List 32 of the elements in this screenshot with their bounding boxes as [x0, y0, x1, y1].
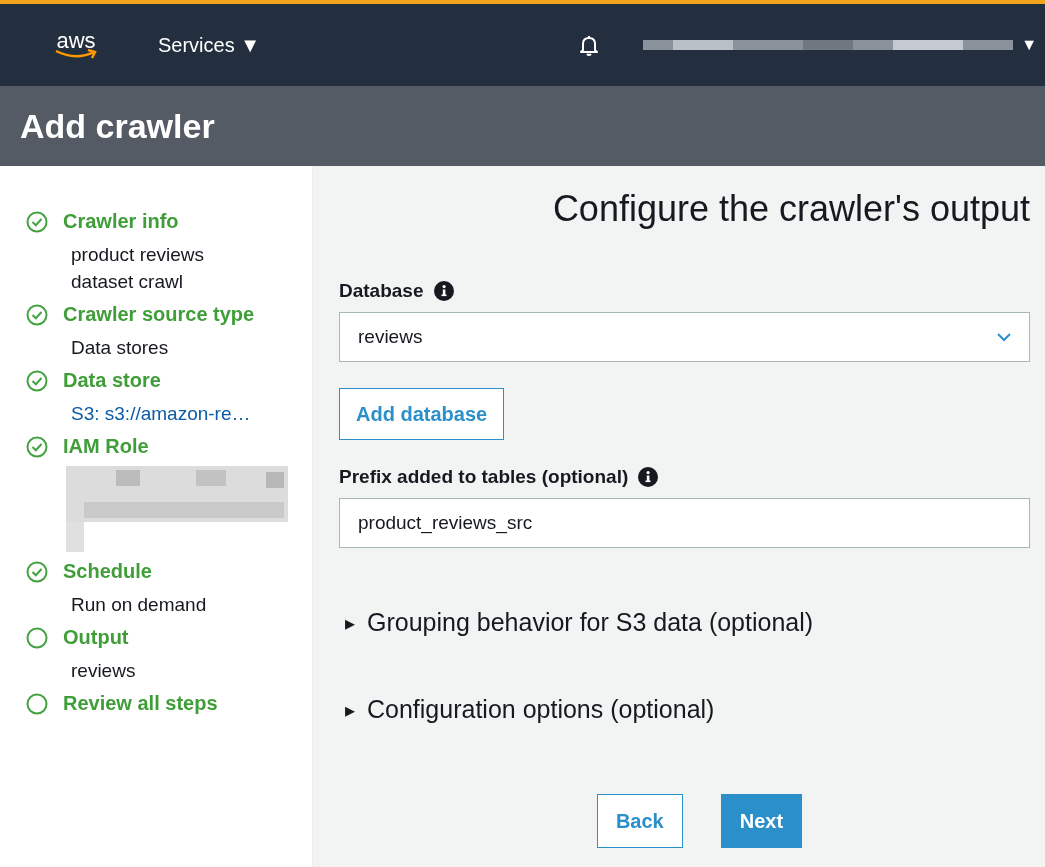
- info-icon[interactable]: [433, 281, 454, 301]
- form-heading: Configure the crawler's output: [552, 188, 1030, 230]
- caret-icon: ▼: [1021, 36, 1037, 54]
- services-menu[interactable]: Services ▼: [152, 29, 267, 61]
- step-link[interactable]: Data store: [26, 369, 312, 392]
- add-database-button[interactable]: Add database: [339, 388, 505, 440]
- s3-path-link[interactable]: S3: s3://amazon-re…: [71, 400, 251, 427]
- step-summary: product reviews dataset crawl: [71, 243, 206, 294]
- step-link[interactable]: Output: [26, 626, 312, 649]
- info-icon[interactable]: [638, 467, 659, 487]
- step-link[interactable]: IAM Role: [26, 435, 312, 458]
- step-link[interactable]: Crawler source type: [26, 303, 312, 326]
- expandable-section-header[interactable]: ▸ Grouping behavior for S3 data (optional): [339, 608, 1030, 637]
- page-title: Add crawler: [20, 106, 215, 146]
- expandable-section-header[interactable]: ▸ Configuration options (optional): [339, 695, 1030, 724]
- prefix-input-field[interactable]: product_reviews_src: [339, 498, 1030, 548]
- step-summary: reviews: [71, 659, 137, 683]
- chevron-down-icon: [997, 332, 1011, 342]
- smile-arrow-icon: [54, 49, 98, 59]
- field-label: Database: [339, 280, 424, 302]
- back-button[interactable]: Back: [596, 794, 683, 848]
- step-summary: Run on demand: [71, 593, 208, 617]
- step-link[interactable]: Review all steps: [26, 692, 312, 715]
- database-select[interactable]: reviews: [339, 312, 1030, 362]
- step-summary: Data stores: [71, 336, 170, 360]
- field-label: Prefix added to tables (optional): [339, 466, 629, 488]
- account-menu[interactable]: ▼: [643, 36, 1037, 54]
- step-link[interactable]: Crawler info: [26, 210, 312, 233]
- aws-logo[interactable]: aws: [50, 31, 102, 59]
- next-button[interactable]: Next: [720, 794, 803, 848]
- logo-text: aws: [56, 31, 96, 51]
- step-link[interactable]: Schedule: [26, 560, 312, 583]
